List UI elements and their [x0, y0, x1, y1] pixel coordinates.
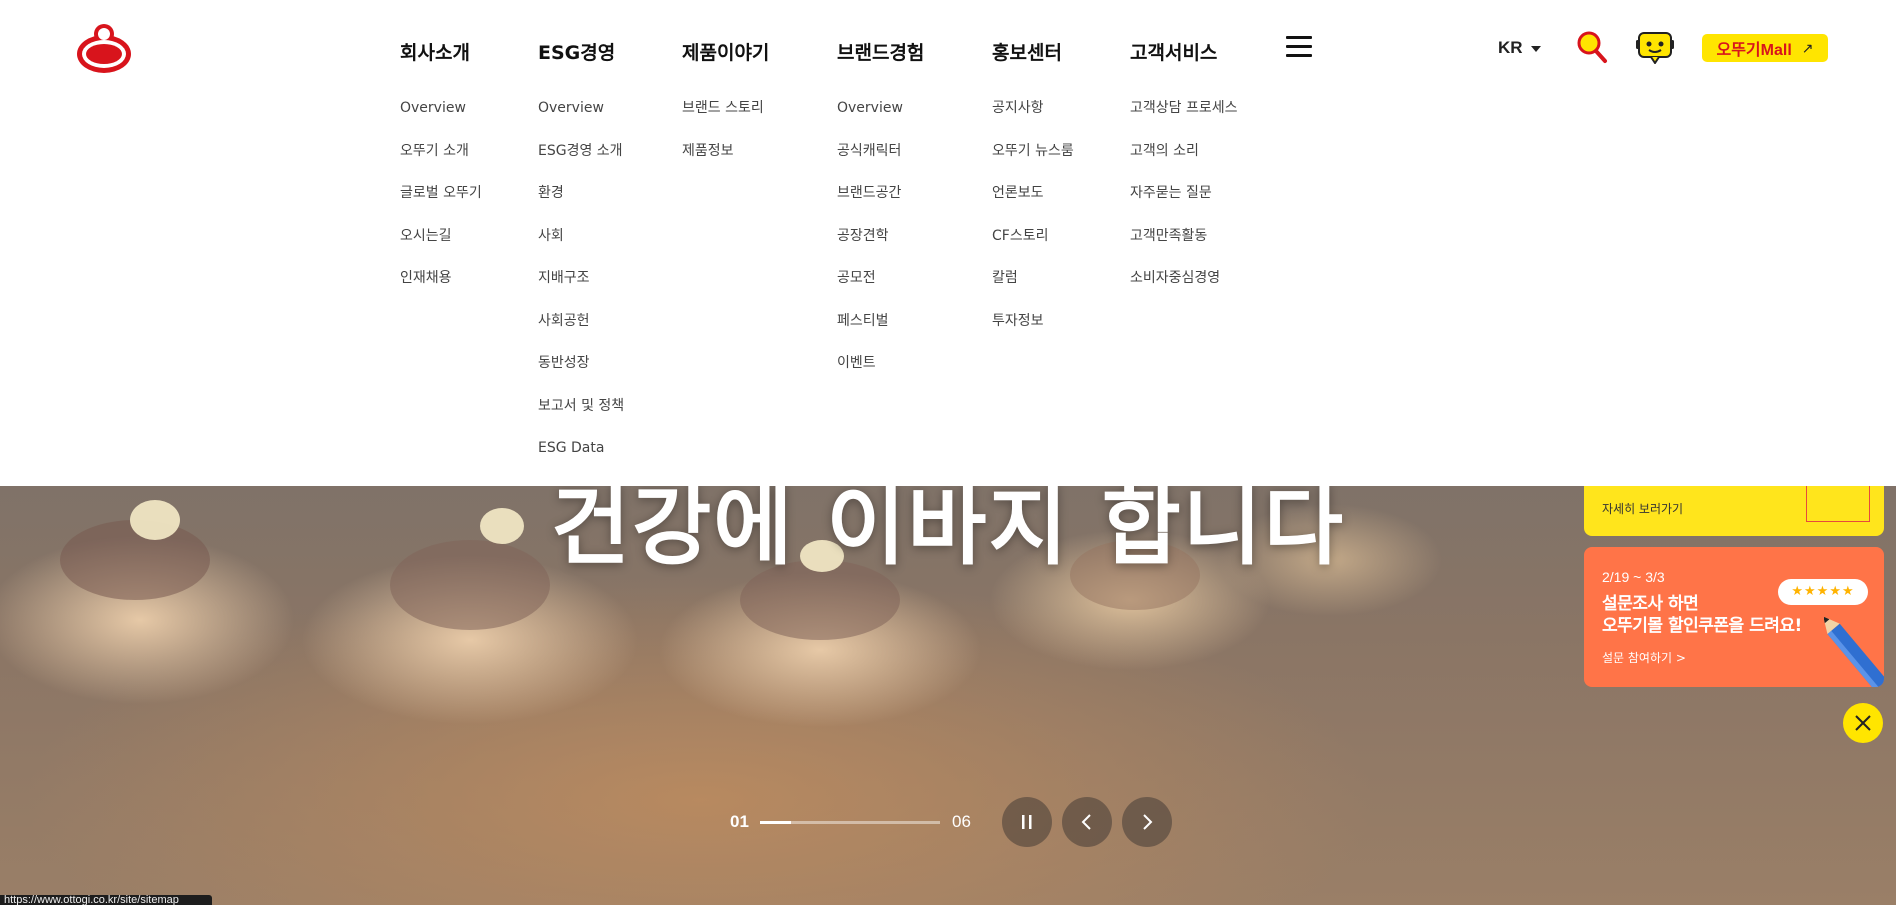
prev-slide-button[interactable]	[1062, 797, 1112, 847]
slide-progress-fill	[760, 821, 791, 824]
survey-banner[interactable]: 2/19 ~ 3/3 설문조사 하면 오뚜기몰 할인쿠폰을 드려요! 설문 참여…	[1584, 547, 1884, 687]
submenu-esg: Overview ESG경영 소개 환경 사회 지배구조 사회공헌 동반성장 보…	[538, 100, 624, 483]
search-icon	[1577, 31, 1607, 63]
survey-link[interactable]: 설문 참여하기 >	[1602, 649, 1686, 666]
submenu-item[interactable]: 공모전	[837, 270, 903, 313]
survey-headline-line: 설문조사 하면	[1602, 594, 1699, 614]
submenu-item[interactable]: 칼럼	[992, 270, 1074, 313]
ottogi-logo-icon	[77, 24, 131, 73]
submenu-item[interactable]: 오뚜기 뉴스룸	[992, 143, 1074, 186]
ottogi-logo[interactable]	[76, 22, 132, 74]
survey-headline: 설문조사 하면 오뚜기몰 할인쿠폰을 드려요!	[1602, 593, 1802, 637]
nav-pr-center[interactable]: 홍보센터	[992, 38, 1062, 65]
submenu-item[interactable]: CF스토리	[992, 228, 1074, 271]
submenu-pr-center: 공지사항 오뚜기 뉴스룸 언론보도 CF스토리 칼럼 투자정보	[992, 100, 1074, 355]
submenu-item[interactable]: 공장견학	[837, 228, 903, 271]
close-banners-button[interactable]	[1843, 703, 1883, 743]
submenu-item[interactable]: 오뚜기 소개	[400, 143, 482, 186]
survey-headline-line: 오뚜기몰 할인쿠폰을 드려요!	[1602, 616, 1802, 636]
submenu-item[interactable]: 사회공헌	[538, 313, 624, 356]
pause-button[interactable]	[1002, 797, 1052, 847]
submenu-products: 브랜드 스토리 제품정보	[682, 100, 764, 185]
nav-products[interactable]: 제품이야기	[682, 38, 769, 65]
submenu-item[interactable]: 자주묻는 질문	[1130, 185, 1238, 228]
chevron-down-icon	[1530, 45, 1541, 52]
submenu-item[interactable]: 인재채용	[400, 270, 482, 313]
pencil-icon	[1824, 617, 1884, 687]
slide-current: 01	[730, 812, 749, 831]
submenu-item[interactable]: 브랜드공간	[837, 185, 903, 228]
submenu-item[interactable]: 환경	[538, 185, 624, 228]
next-slide-button[interactable]	[1122, 797, 1172, 847]
submenu-item[interactable]: Overview	[538, 100, 624, 143]
external-link-icon: ↗	[1801, 39, 1814, 56]
language-label: KR	[1498, 38, 1523, 57]
submenu-item[interactable]: 브랜드 스토리	[682, 100, 764, 143]
submenu-item[interactable]: 지배구조	[538, 270, 624, 313]
nav-company[interactable]: 회사소개	[400, 38, 470, 65]
survey-date: 2/19 ~ 3/3	[1602, 569, 1665, 585]
submenu-item[interactable]: 언론보도	[992, 185, 1074, 228]
submenu-company: Overview 오뚜기 소개 글로벌 오뚜기 오시는길 인재채용	[400, 100, 482, 313]
submenu-item[interactable]: 투자정보	[992, 313, 1074, 356]
submenu-brand-experience: Overview 공식캐릭터 브랜드공간 공장견학 공모전 페스티벌 이벤트	[837, 100, 903, 398]
submenu-item[interactable]: ESG경영 소개	[538, 143, 624, 186]
mega-menu: 회사소개 ESG경영 제품이야기 브랜드경험 홍보센터 고객서비스 Overvi…	[0, 0, 1896, 486]
slide-progress	[760, 821, 940, 824]
submenu-item[interactable]: 오시는길	[400, 228, 482, 271]
submenu-item[interactable]: 고객상담 프로세스	[1130, 100, 1238, 143]
submenu-item[interactable]: 페스티벌	[837, 313, 903, 356]
submenu-item[interactable]: 소비자중심경영	[1130, 270, 1238, 313]
chevron-left-icon	[1081, 814, 1091, 830]
close-icon	[1855, 715, 1871, 731]
language-selector[interactable]: KR	[1498, 38, 1541, 58]
search-button[interactable]	[1576, 30, 1608, 64]
nav-esg[interactable]: ESG경영	[538, 38, 615, 65]
mall-label: 오뚜기Mall	[1716, 42, 1792, 59]
submenu-item[interactable]: ESG Data	[538, 440, 624, 483]
submenu-customer-service: 고객상담 프로세스 고객의 소리 자주묻는 질문 고객만족활동 소비자중심경영	[1130, 100, 1238, 313]
nav-brand-experience[interactable]: 브랜드경험	[837, 38, 924, 65]
submenu-item[interactable]: 공지사항	[992, 100, 1074, 143]
star-rating-bubble: ★★★★★	[1778, 579, 1868, 605]
banner-more-link[interactable]: 자세히 보러가기	[1602, 500, 1683, 517]
submenu-item[interactable]: 사회	[538, 228, 624, 271]
submenu-item[interactable]: 동반성장	[538, 355, 624, 398]
chatbot-button[interactable]	[1636, 30, 1674, 65]
pause-icon	[1022, 815, 1032, 829]
chevron-right-icon	[1143, 814, 1153, 830]
status-bar-url: https://www.ottogi.co.kr/site/sitemap	[0, 895, 212, 905]
slide-total: 06	[952, 812, 971, 831]
submenu-item[interactable]: 보고서 및 정책	[538, 398, 624, 441]
submenu-item[interactable]: 고객만족활동	[1130, 228, 1238, 271]
submenu-item[interactable]: 고객의 소리	[1130, 143, 1238, 186]
submenu-item[interactable]: Overview	[400, 100, 482, 143]
submenu-item[interactable]: 공식캐릭터	[837, 143, 903, 186]
chatbot-icon	[1636, 32, 1674, 65]
hamburger-icon[interactable]	[1286, 36, 1312, 58]
frame-illustration	[1806, 480, 1870, 522]
submenu-item[interactable]: 글로벌 오뚜기	[400, 185, 482, 228]
submenu-item[interactable]: 제품정보	[682, 143, 764, 186]
submenu-item[interactable]: 이벤트	[837, 355, 903, 398]
ottogi-mall-button[interactable]: 오뚜기Mall ↗	[1702, 34, 1828, 62]
nav-customer-service[interactable]: 고객서비스	[1130, 38, 1217, 65]
submenu-item[interactable]: Overview	[837, 100, 903, 143]
